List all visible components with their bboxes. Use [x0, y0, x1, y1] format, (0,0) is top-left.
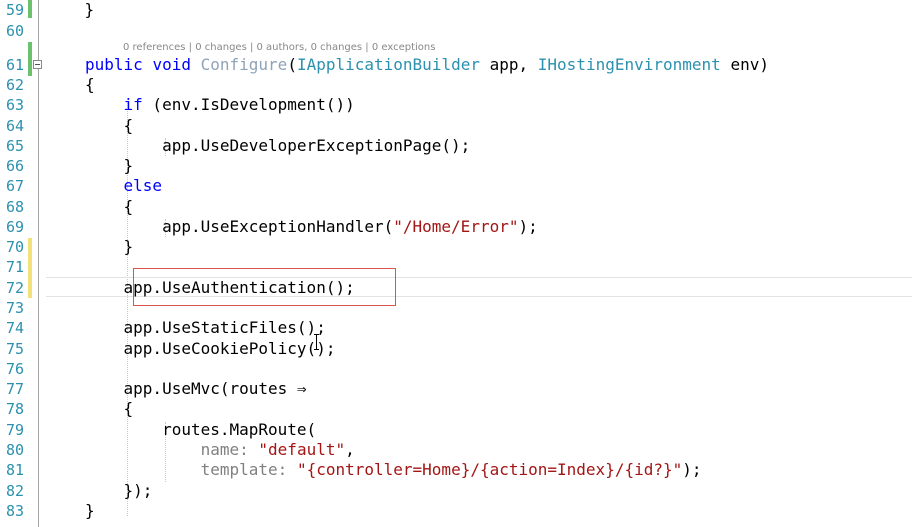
type-application-builder: IApplicationBuilder — [296, 55, 480, 74]
line-number: 70 — [5, 238, 24, 256]
code-line-77[interactable]: app.UseMvc(routes ⇒ — [85, 379, 307, 399]
code-line-66[interactable]: } — [85, 156, 134, 176]
string-template: "{controller=Home}/{action=Index}/{id?}" — [296, 460, 683, 479]
change-indicator-unsaved — [28, 238, 32, 298]
code-line-81[interactable]: template: "{controller=Home}/{action=Ind… — [85, 460, 702, 480]
code-line-74[interactable]: app.UseStaticFiles(); — [85, 318, 326, 338]
code-line-75[interactable]: app.UseCookiePolicy(); — [85, 339, 336, 359]
line-number: 73 — [5, 299, 24, 317]
code-line-78[interactable]: { — [85, 399, 134, 419]
code-line-82[interactable]: }); — [85, 481, 153, 501]
line-number: 61 — [5, 56, 24, 74]
end-call: ); — [518, 217, 538, 236]
paren-open: ( — [287, 55, 297, 74]
line-number: 63 — [5, 96, 24, 114]
line-number: 76 — [5, 360, 24, 378]
line-number: 80 — [5, 441, 24, 459]
keyword-else: else — [123, 176, 163, 195]
collapse-icon[interactable] — [33, 60, 42, 69]
code-editor[interactable]: 59 60 61 62 63 64 65 66 67 68 69 70 71 7… — [0, 0, 912, 527]
param-name: name: — [200, 440, 249, 459]
line-number: 75 — [5, 340, 24, 358]
line-number: 72 — [5, 279, 24, 297]
line-number: 83 — [5, 502, 24, 520]
line-number: 65 — [5, 137, 24, 155]
code-line-80[interactable]: name: "default", — [85, 440, 355, 460]
string-home-error: "/Home/Error" — [393, 217, 519, 236]
code-line-70[interactable]: } — [85, 237, 134, 257]
param-template: template: — [200, 460, 288, 479]
line-number: 60 — [5, 22, 24, 40]
line-number: 79 — [5, 421, 24, 439]
change-indicator-saved — [28, 42, 32, 76]
line-number: 62 — [5, 76, 24, 94]
code-line-68[interactable]: { — [85, 197, 134, 217]
argument-app: app, — [479, 55, 538, 74]
keyword-void: void — [152, 55, 191, 74]
line-number: 67 — [5, 177, 24, 195]
code-line-62[interactable]: { — [85, 75, 95, 95]
code-line-65[interactable]: app.UseDeveloperExceptionPage(); — [85, 136, 470, 156]
text-cursor-icon — [314, 334, 319, 350]
line-number: 74 — [5, 319, 24, 337]
keyword-public: public — [85, 55, 143, 74]
line-number: 64 — [5, 117, 24, 135]
end-call: ); — [682, 460, 702, 479]
line-number: 59 — [5, 1, 24, 19]
change-indicator-saved — [28, 0, 32, 18]
argument-env: env) — [720, 55, 769, 74]
line-number: 66 — [5, 157, 24, 175]
line-number: 78 — [5, 400, 24, 418]
line-number: 68 — [5, 198, 24, 216]
code-line-83[interactable]: } — [85, 501, 95, 521]
highlight-box — [133, 268, 396, 306]
line-number: 71 — [5, 258, 24, 276]
call-exception-handler: app.UseExceptionHandler( — [162, 217, 394, 236]
codelens-info[interactable]: 0 references | 0 changes | 0 authors, 0 … — [123, 42, 435, 54]
code-line-61[interactable]: public void Configure(IApplicationBuilde… — [85, 55, 769, 75]
code-line-64[interactable]: { — [85, 116, 134, 136]
code-line-67[interactable]: else — [85, 176, 163, 196]
comma: , — [345, 440, 355, 459]
method-name: Configure — [200, 55, 288, 74]
line-number: 77 — [5, 380, 24, 398]
code-line-69[interactable]: app.UseExceptionHandler("/Home/Error"); — [85, 217, 538, 237]
code-line-59[interactable]: } — [46, 0, 95, 20]
outlining-margin — [38, 0, 39, 527]
type-hosting-environment: IHostingEnvironment — [537, 55, 721, 74]
line-number: 81 — [5, 461, 24, 479]
code-line-79[interactable]: routes.MapRoute( — [85, 420, 316, 440]
code-line-63[interactable]: if (env.IsDevelopment()) — [85, 95, 355, 115]
line-number: 69 — [5, 218, 24, 236]
if-condition: (env.IsDevelopment()) — [142, 95, 355, 114]
string-default: "default" — [258, 440, 346, 459]
line-number: 82 — [5, 482, 24, 500]
keyword-if: if — [123, 95, 143, 114]
